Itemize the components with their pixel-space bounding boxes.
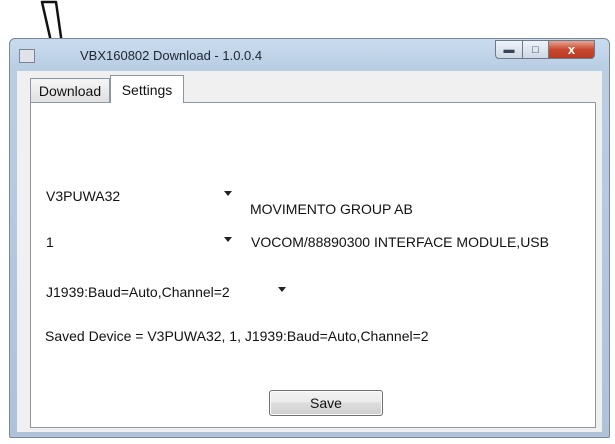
interface-dropdown-value: 1: [46, 234, 54, 250]
title-bar[interactable]: VBX160802 Download - 1.0.0.4 ▬ □ x: [10, 39, 609, 71]
saved-device-text: Saved Device = V3PUWA32, 1, J1939:Baud=A…: [45, 328, 429, 344]
device-description: MOVIMENTO GROUP AB: [250, 201, 413, 217]
close-icon: x: [567, 42, 576, 57]
tab-settings-label: Settings: [121, 81, 173, 98]
minimize-icon: ▬: [503, 43, 515, 56]
save-button[interactable]: Save: [269, 390, 383, 416]
window-title: VBX160802 Download - 1.0.0.4: [80, 48, 263, 63]
chevron-down-icon: [224, 237, 232, 242]
maximize-icon: □: [532, 43, 539, 56]
maximize-button[interactable]: □: [522, 40, 549, 59]
app-window: VBX160802 Download - 1.0.0.4 ▬ □ x Downl…: [9, 38, 610, 438]
tab-download-label: Download: [38, 82, 102, 99]
app-icon: [19, 49, 35, 63]
interface-description: VOCOM/88890300 INTERFACE MODULE,USB: [251, 234, 549, 250]
interface-dropdown[interactable]: 1: [41, 230, 237, 254]
minimize-button[interactable]: ▬: [495, 40, 523, 59]
protocol-dropdown[interactable]: J1939:Baud=Auto,Channel=2: [41, 280, 291, 304]
window-client-area: Download Settings V3PUWA32 MOVIMENTO GRO…: [17, 71, 602, 432]
chevron-down-icon: [224, 191, 232, 196]
device-dropdown[interactable]: V3PUWA32: [41, 184, 237, 208]
protocol-dropdown-value: J1939:Baud=Auto,Channel=2: [46, 284, 230, 300]
chevron-down-icon: [278, 287, 286, 292]
close-button[interactable]: x: [548, 40, 595, 59]
settings-panel: V3PUWA32 MOVIMENTO GROUP AB 1 VOCOM/8889…: [30, 102, 596, 428]
device-dropdown-value: V3PUWA32: [46, 188, 121, 204]
tab-settings[interactable]: Settings: [110, 75, 184, 103]
tab-download[interactable]: Download: [30, 78, 110, 102]
